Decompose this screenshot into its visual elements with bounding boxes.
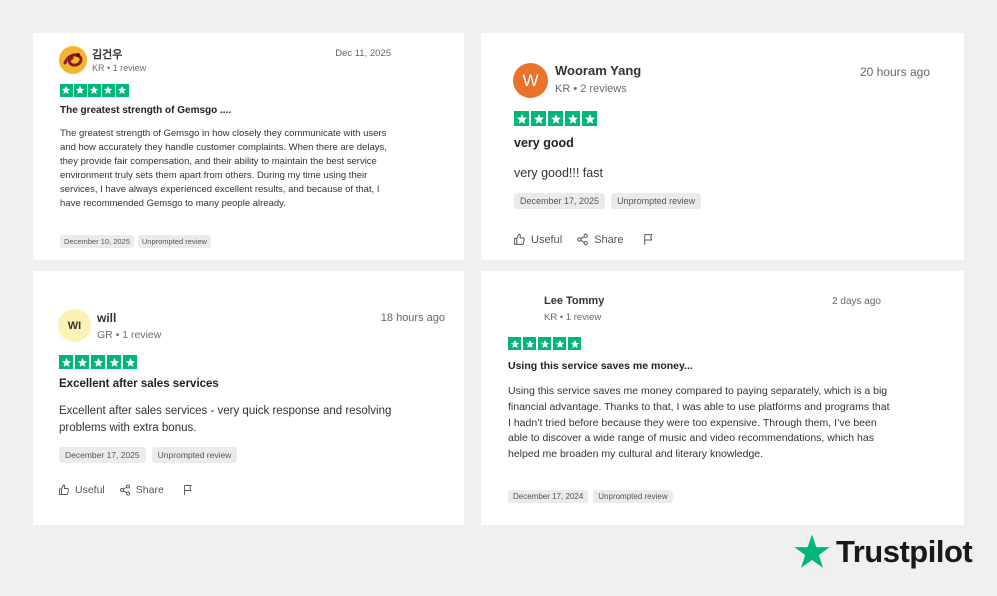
review-card: W Wooram Yang KR • 2 reviews 20 hours ag…: [481, 33, 964, 260]
user-avatar: [59, 46, 87, 74]
reviewer-name[interactable]: 김건우: [92, 46, 122, 62]
star-rating: [508, 337, 581, 350]
review-tags: December 10, 2025 Unprompted review: [60, 235, 211, 248]
unprompted-review-tag: Unprompted review: [593, 490, 673, 503]
star-icon: [553, 337, 566, 350]
review-title[interactable]: The greatest strength of Gemsgo ....: [60, 105, 231, 116]
reviewer-meta: GR • 1 review: [97, 329, 162, 341]
useful-label: Useful: [75, 484, 105, 496]
review-tags: December 17, 2025 Unprompted review: [59, 447, 238, 463]
review-date: 2 days ago: [832, 296, 881, 307]
useful-button[interactable]: Useful: [58, 484, 105, 496]
avatar-initials: W: [522, 70, 539, 90]
avatar-initials: WI: [67, 319, 82, 332]
star-icon: [75, 355, 89, 369]
star-icon: [102, 84, 115, 97]
flag-icon: [183, 485, 192, 495]
review-title[interactable]: very good: [514, 136, 574, 150]
unprompted-review-tag: Unprompted review: [611, 193, 702, 209]
trustpilot-wordmark: Trustpilot: [836, 534, 973, 569]
star-icon: [582, 111, 597, 126]
review-body: very good!!! fast: [514, 166, 603, 180]
star-icon: [59, 355, 73, 369]
star-icon: [568, 337, 581, 350]
review-actions: Useful Share: [513, 233, 655, 246]
review-date: 18 hours ago: [380, 312, 445, 324]
star-icon: [74, 84, 87, 97]
review-date: 20 hours ago: [859, 65, 930, 79]
star-icon: [548, 111, 563, 126]
reviewer-meta: KR • 1 review: [92, 63, 147, 73]
star-rating: [59, 355, 137, 369]
star-icon: [565, 111, 580, 126]
share-icon: [577, 233, 589, 246]
review-body: Using this service saves me money compar…: [508, 385, 890, 461]
reviewer-meta: KR • 2 reviews: [555, 83, 627, 95]
review-card: WI will GR • 1 review 18 hours ago Excel…: [33, 271, 464, 525]
trustpilot-star-icon: [794, 534, 830, 568]
star-icon: [60, 84, 73, 97]
review-actions: Useful Share: [58, 484, 194, 496]
star-icon: [123, 355, 137, 369]
reviewer-name[interactable]: Wooram Yang: [555, 63, 641, 78]
share-icon: [119, 484, 130, 496]
reviewer-meta: KR • 1 review: [544, 312, 602, 323]
experience-date-tag: December 17, 2025: [59, 447, 146, 463]
reviewer-name[interactable]: Lee Tommy: [544, 295, 604, 307]
star-icon: [531, 111, 546, 126]
useful-label: Useful: [531, 233, 563, 246]
avatar-photo-icon: [59, 46, 87, 74]
review-body: Excellent after sales services - very qu…: [59, 405, 392, 434]
flag-icon: [643, 234, 652, 245]
share-label: Share: [594, 233, 624, 246]
unprompted-review-tag: Unprompted review: [137, 235, 211, 248]
report-button[interactable]: [642, 233, 655, 246]
unprompted-review-tag: Unprompted review: [151, 447, 238, 463]
review-title[interactable]: Excellent after sales services: [59, 378, 219, 390]
star-rating: [514, 111, 597, 126]
trustpilot-logo: Trustpilot: [792, 532, 973, 572]
star-icon: [523, 337, 536, 350]
star-icon: [538, 337, 551, 350]
star-icon: [88, 84, 101, 97]
user-avatar: W: [513, 63, 548, 98]
user-avatar: WI: [58, 309, 91, 342]
report-button[interactable]: [182, 484, 194, 496]
star-icon: [508, 337, 521, 350]
experience-date-tag: December 17, 2024: [508, 490, 589, 503]
review-body: The greatest strength of Gemsgo in how c…: [60, 128, 387, 210]
share-button[interactable]: Share: [576, 233, 624, 246]
star-rating: [60, 84, 129, 97]
thumbs-up-icon: [59, 484, 69, 495]
experience-date-tag: December 10, 2025: [60, 235, 134, 248]
review-tags: December 17, 2024 Unprompted review: [508, 490, 673, 503]
share-button[interactable]: Share: [119, 484, 164, 496]
star-icon: [116, 84, 129, 97]
review-tags: December 17, 2025 Unprompted review: [514, 193, 702, 209]
review-card: 김건우 KR • 1 review Dec 11, 2025 The great…: [33, 33, 464, 260]
reviewer-name[interactable]: will: [97, 311, 116, 325]
useful-button[interactable]: Useful: [513, 233, 562, 246]
star-icon: [107, 355, 121, 369]
review-card: Lee Tommy KR • 1 review 2 days ago Using…: [481, 271, 964, 525]
star-icon: [91, 355, 105, 369]
review-date: Dec 11, 2025: [335, 48, 391, 59]
experience-date-tag: December 17, 2025: [514, 193, 606, 209]
star-icon: [514, 111, 529, 126]
share-label: Share: [135, 484, 164, 496]
review-title[interactable]: Using this service saves me money...: [508, 360, 693, 372]
thumbs-up-icon: [514, 233, 525, 245]
